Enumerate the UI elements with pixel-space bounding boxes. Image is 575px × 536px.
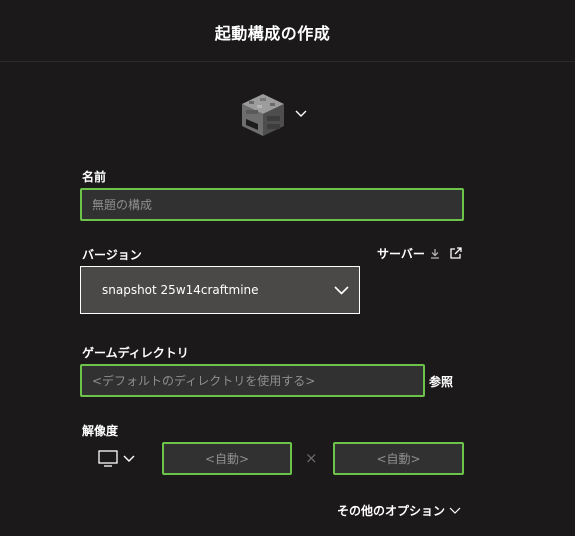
resolution-width-field[interactable]: <自動> [162, 442, 292, 475]
launch-config-dialog: 起動構成の作成 名前 無題の構成 バージョン サーバー snapshot 25w… [0, 0, 575, 536]
display-picker[interactable] [98, 450, 135, 467]
chevron-down-icon [295, 110, 307, 117]
name-placeholder: 無題の構成 [92, 198, 153, 212]
chevron-down-icon [449, 507, 461, 514]
resolution-width-placeholder: <自動> [204, 452, 250, 466]
resolution-height-placeholder: <自動> [376, 452, 421, 466]
more-options-label: その他のオプション [337, 504, 446, 518]
more-options-toggle[interactable]: その他のオプション [337, 502, 461, 519]
game-directory-field[interactable]: <デフォルトのディレクトリを使用する> [80, 364, 425, 397]
dialog-header: 起動構成の作成 [0, 0, 575, 62]
version-selected: snapshot 25w14craftmine [102, 283, 259, 297]
chevron-down-icon [123, 455, 135, 462]
version-select[interactable]: snapshot 25w14craftmine [80, 266, 360, 314]
furnace-block-icon [242, 94, 284, 136]
download-icon [430, 249, 439, 259]
page-title: 起動構成の作成 [214, 24, 331, 43]
name-label: 名前 [82, 170, 107, 184]
name-field[interactable]: 無題の構成 [80, 188, 464, 221]
server-download-link[interactable]: サーバー [377, 245, 462, 262]
server-label: サーバー [377, 247, 425, 261]
resolution-separator: × [305, 449, 318, 467]
game-directory-placeholder: <デフォルトのディレクトリを使用する> [92, 374, 316, 388]
version-label: バージョン [82, 248, 142, 262]
resolution-height-field[interactable]: <自動> [333, 442, 464, 475]
external-link-icon[interactable] [449, 247, 462, 260]
icon-picker[interactable] [240, 92, 307, 138]
game-directory-label: ゲームディレクトリ [82, 346, 189, 360]
resolution-label: 解像度 [82, 424, 119, 438]
browse-button[interactable]: 参照 [429, 373, 453, 390]
monitor-icon [98, 450, 118, 467]
chevron-down-icon [334, 286, 349, 295]
